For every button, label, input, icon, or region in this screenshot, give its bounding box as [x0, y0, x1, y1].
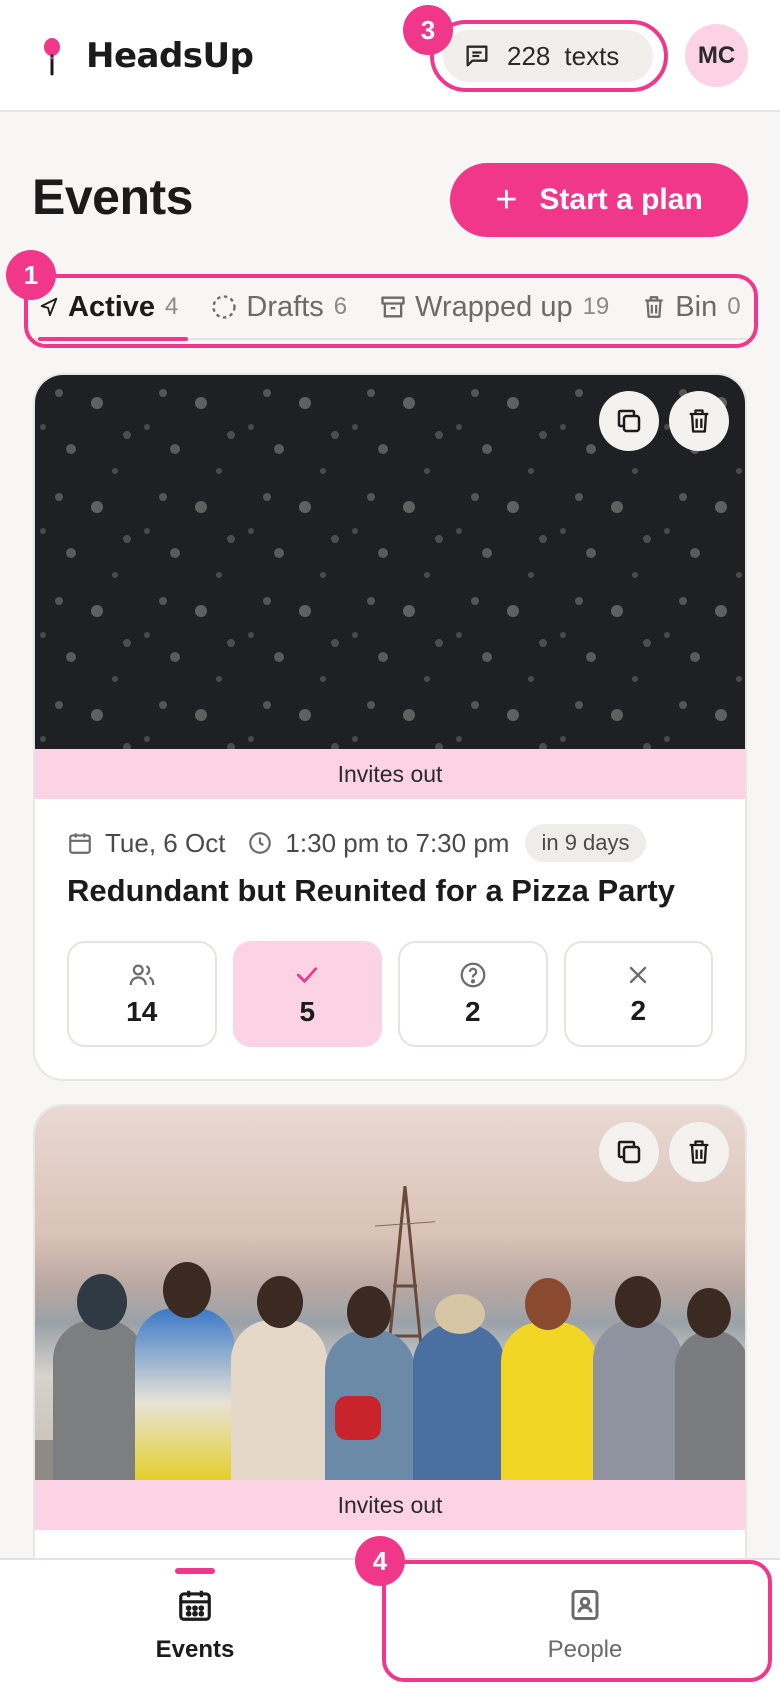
photo-person [675, 1330, 745, 1480]
start-plan-label: Start a plan [539, 183, 703, 216]
duplicate-event-button[interactable] [599, 1122, 659, 1182]
check-icon [297, 967, 318, 984]
event-cover-photo [35, 1106, 745, 1480]
delete-event-button[interactable] [669, 391, 729, 451]
send-icon [40, 297, 58, 317]
stat-maybe-count: 2 [464, 996, 481, 1027]
tab-active-count: 4 [165, 293, 179, 320]
event-meta: Tue, 6 Oct 1:30 pm to 7:30 pm in 9 days [67, 823, 713, 863]
stat-invited-count: 14 [126, 996, 158, 1027]
tab-active[interactable]: Active 4 [38, 275, 189, 341]
copy-icon [617, 1140, 641, 1164]
calendar-icon [69, 833, 91, 854]
nav-events[interactable]: Events [0, 1560, 390, 1688]
stat-going[interactable]: 5 [232, 941, 382, 1047]
event-status-banner: Invites out [35, 1480, 745, 1530]
nav-events-label: Events [155, 1636, 235, 1663]
event-relative-badge: in 9 days [525, 824, 646, 862]
trash-icon [645, 296, 663, 318]
archive-icon [381, 296, 405, 318]
nav-people-label: People [547, 1636, 623, 1663]
app-name: HeadsUp [86, 36, 254, 76]
tab-wrapped-up-label: Wrapped up [415, 290, 573, 323]
plus-icon: + [495, 179, 518, 221]
start-plan-button[interactable]: + Start a plan [450, 163, 748, 237]
users-icon [129, 964, 155, 986]
photo-person [135, 1308, 235, 1480]
tab-drafts-label: Drafts [246, 290, 324, 323]
rsvp-stats: 14 5 2 2 [67, 941, 713, 1047]
photo-person [593, 1320, 683, 1480]
annotation-badge-tabs: 1 [6, 250, 56, 300]
tab-wrapped-up-count: 19 [582, 293, 610, 320]
event-title: Redundant but Reunited for a Pizza Party [67, 873, 675, 908]
dashed-circle-icon [212, 295, 237, 319]
copy-icon [617, 409, 641, 433]
stat-declined[interactable]: 2 [563, 941, 713, 1047]
event-card[interactable]: Invites out [33, 1104, 747, 1584]
event-cover-image [35, 375, 745, 749]
tab-bin-count: 0 [727, 293, 741, 320]
app-header: HeadsUp 228 texts MC [0, 0, 780, 112]
user-avatar[interactable]: MC [685, 24, 748, 87]
contact-book-icon [571, 1590, 599, 1620]
stat-declined-count: 2 [630, 995, 647, 1026]
photo-person [501, 1322, 597, 1480]
clock-icon [249, 832, 272, 854]
texts-count: 228 [507, 40, 551, 71]
event-status-banner: Invites out [35, 749, 745, 799]
annotation-badge-texts: 3 [403, 5, 453, 55]
delete-event-button[interactable] [669, 1122, 729, 1182]
stat-going-count: 5 [299, 996, 316, 1027]
photo-person [53, 1320, 145, 1480]
stat-invited[interactable]: 14 [67, 941, 217, 1047]
tab-wrapped-up[interactable]: Wrapped up 19 [379, 275, 609, 339]
texts-label: texts [564, 40, 620, 71]
page-title: Events [32, 169, 193, 225]
event-time: 1:30 pm to 7:30 pm [285, 827, 510, 858]
event-date: Tue, 6 Oct [105, 827, 226, 858]
x-icon [630, 966, 647, 984]
nav-people[interactable]: People [390, 1560, 780, 1688]
tab-drafts[interactable]: Drafts 6 [210, 275, 347, 339]
nav-active-indicator [175, 1568, 215, 1574]
photo-person [231, 1320, 327, 1480]
tab-active-label: Active [68, 290, 156, 323]
calendar-icon [179, 1590, 211, 1621]
stat-maybe[interactable]: 2 [398, 941, 548, 1047]
duplicate-event-button[interactable] [599, 391, 659, 451]
trash-icon [689, 1140, 709, 1164]
tab-bin-label: Bin [675, 290, 718, 323]
annotation-badge-people: 4 [355, 1536, 405, 1586]
balloon-logo-icon [38, 36, 66, 76]
event-card[interactable]: Invites out Tue, 6 Oct 1:30 pm to 7:30 p… [33, 373, 747, 1081]
tab-bin[interactable]: Bin 0 [641, 275, 741, 339]
app-logo[interactable]: HeadsUp [38, 36, 254, 76]
question-circle-icon [460, 962, 486, 988]
photo-person [413, 1324, 505, 1480]
message-icon [466, 45, 488, 67]
trash-icon [689, 409, 709, 433]
texts-balance-button[interactable]: 228 texts [443, 30, 653, 82]
tab-drafts-count: 6 [333, 293, 348, 320]
event-tabs: Active 4 Drafts 6 Wrapped up 19 Bin 0 [28, 275, 750, 341]
